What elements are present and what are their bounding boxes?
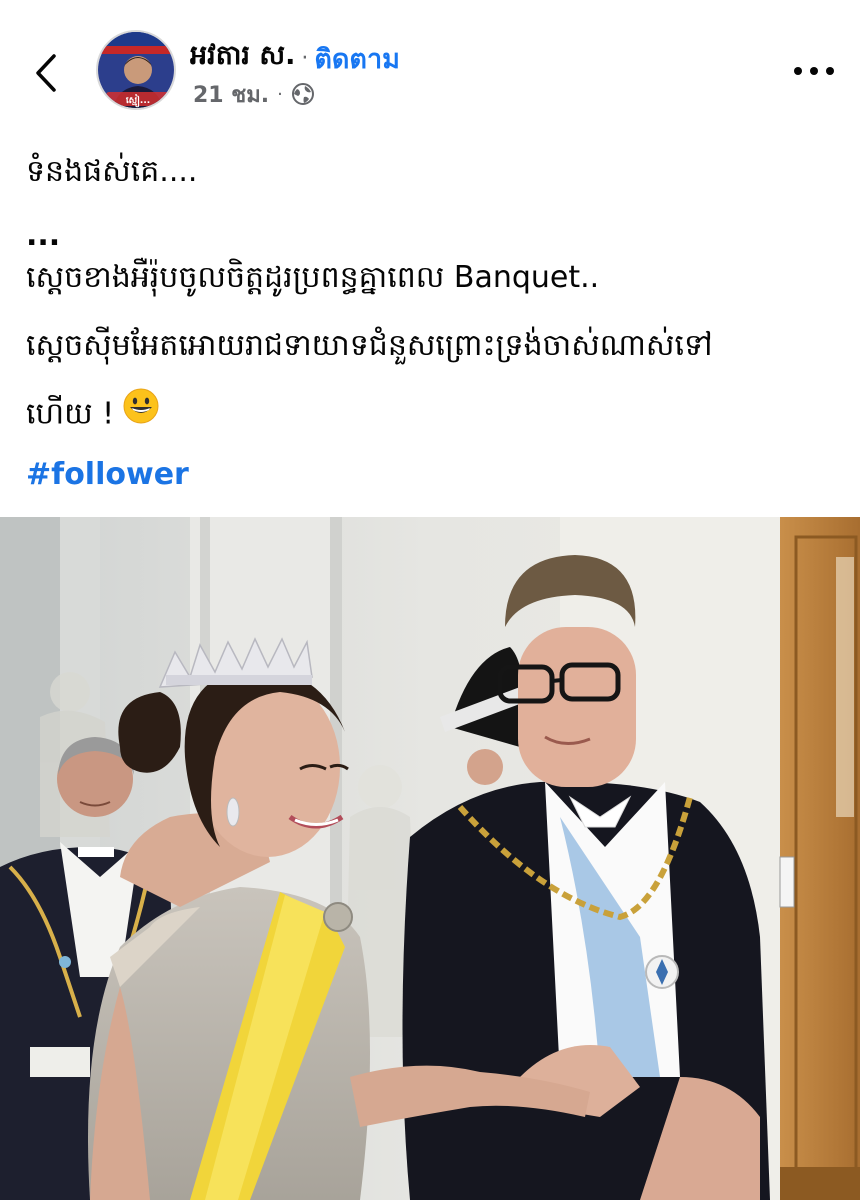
post-text: ទំនងផស់គេ.... ... ស្តេចខាងអឺរ៉ុបចូលចិត្ត… (26, 145, 836, 443)
separator-dot: · (301, 45, 309, 71)
more-options-button[interactable] (788, 56, 840, 86)
post-time[interactable]: 21 ชม. (193, 77, 269, 112)
globe-icon (291, 83, 314, 105)
hashtag-link[interactable]: #follower (26, 457, 189, 492)
author-row: អវតារ ស. · ติดตาม (190, 38, 400, 78)
post-line-5-text: ហើយ ! (26, 396, 115, 432)
more-horizontal-icon (794, 67, 834, 75)
avatar[interactable]: ស្មៀ... (96, 30, 176, 110)
post-line-1: ទំនងផស់គេ.... (26, 154, 198, 189)
follow-button[interactable]: ติดตาม (314, 37, 400, 80)
author-name[interactable]: អវតារ ស. (190, 39, 295, 78)
post-line-2: ... (26, 218, 61, 253)
back-button[interactable] (26, 48, 70, 98)
grinning-face-emoji (122, 387, 160, 443)
post-photo[interactable] (0, 517, 860, 1200)
meta-separator-dot: · (277, 83, 283, 105)
avatar-caption: ស្មៀ... (126, 94, 150, 108)
post-line-4: ស្តេចស៊ីមអែតអោយរាជទាយាទជំនួសព្រោះទ្រង់ចា… (26, 328, 713, 363)
post-meta: 21 ชม. · (193, 78, 315, 110)
chevron-left-icon (36, 54, 56, 92)
post-line-5: ហើយ ! (26, 387, 836, 443)
post-header: ស្មៀ... អវតារ ស. · ติดตาม 21 ชม. · (0, 0, 860, 130)
post-line-3: ស្តេចខាងអឺរ៉ុបចូលចិត្តដូរប្រពន្ធគ្នាពេល … (26, 260, 600, 295)
